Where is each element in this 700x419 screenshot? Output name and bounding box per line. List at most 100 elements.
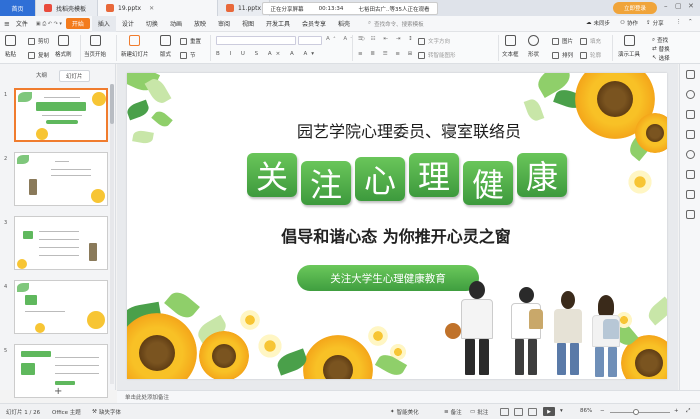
close-window-icon[interactable]: ✕ [688,2,694,10]
theme-name[interactable]: Office 主题 [52,408,81,416]
outline-button[interactable]: 轮廓 [580,51,601,59]
zoom-level[interactable]: 86% [580,408,592,414]
cut-button[interactable]: 剪切 [28,37,49,45]
format-painter-button[interactable]: 格式刷 [55,35,72,58]
font-style-buttons[interactable]: B I U S A× A A▾ [216,51,318,57]
section-button[interactable]: 节 [180,51,196,59]
more-icon[interactable]: ⋮ [676,19,682,25]
backup-icon[interactable] [686,170,695,179]
style-icon[interactable] [686,90,695,99]
new-slide-button[interactable]: 新建幻灯片 [121,35,149,58]
collab-button[interactable]: ⚇ 协作 [620,19,638,27]
missing-font-indicator[interactable]: ⚒ 缺失字体 [92,408,121,416]
slide-slogan[interactable]: 倡导和谐心态 为你推开心灵之窗 [251,223,541,247]
thumbnail-scrollbar[interactable] [110,84,114,384]
menu-insert[interactable]: 插入 [91,15,116,32]
menu-design[interactable]: 设计 [116,16,140,32]
menu-docer[interactable]: 稻壳 [332,16,356,32]
copy-button[interactable]: 复制 [28,51,49,59]
smart-beautify-button[interactable]: ✦ 智能美化 [390,408,419,416]
maximize-icon[interactable]: ▢ [675,2,682,10]
picture-button[interactable]: 图片 [552,37,573,45]
add-slide-icon[interactable]: + [54,386,62,397]
slide-thumbnail-3[interactable] [14,216,108,270]
tab-19-pptx[interactable]: 19.pptx ✕ [98,0,218,16]
menu-transition[interactable]: 切换 [140,16,164,32]
zoom-out-icon[interactable]: − [600,408,605,414]
slide-thumbnail-4[interactable] [14,280,108,334]
play-dropdown-icon[interactable]: ▾ [560,408,563,414]
thumb-label-block [23,231,33,239]
arrange-button[interactable]: 排列 [552,51,573,59]
comments-toggle[interactable]: ▭ 批注 [470,408,488,416]
notes-bar[interactable]: 单击此处添加备注 [117,390,700,403]
menu-review[interactable]: 审阅 [212,16,236,32]
play-from-current-button[interactable]: 当页开始 [84,35,106,58]
login-button[interactable]: 立即登录 [613,2,657,14]
menu-label: 插入 [97,21,110,28]
location-icon[interactable] [686,190,695,199]
paste-button[interactable]: 粘贴 [5,35,16,58]
text-direction-button[interactable]: 文字方向 [418,37,450,45]
paragraph-list-buttons[interactable]: ☰ ☷ ⇤ ⇥ ↕ [358,36,416,42]
slide-sorter-icon[interactable] [514,408,523,416]
help-icon[interactable] [686,150,695,159]
tab-docer-templates[interactable]: 找稻壳模板 [36,0,98,16]
play-slideshow-icon[interactable]: ▶ [543,407,555,416]
textbox-button[interactable]: 文本框 [502,35,519,58]
slide-thumbnail-1[interactable] [14,88,108,142]
paragraph-align-buttons[interactable]: ≡ ≣ ☰ ≡ ⊞ [358,51,415,57]
slide-title[interactable]: 关 注 心 理 健 康 [247,153,567,205]
present-tools-button[interactable]: 演示工具 [618,35,640,58]
magic-wand-icon[interactable] [686,130,695,139]
reset-button[interactable]: 重置 [180,37,201,45]
minimize-icon[interactable]: – [664,2,668,10]
animation-pane-icon[interactable] [686,110,695,119]
student-shirt [461,299,493,339]
convert-smartart-button[interactable]: 转智能图形 [418,51,456,59]
command-search[interactable]: ⌕ 查找命令、搜索模板 [368,20,424,28]
sunflower-center [212,344,236,368]
ribbon-label: 版式 [160,52,172,58]
font-family-select[interactable] [216,36,296,45]
shape-button[interactable]: 形状 [528,35,539,58]
collapse-ribbon-icon[interactable]: ⌃ [688,19,693,25]
zoom-slider-handle[interactable] [632,409,639,415]
slide-subtitle[interactable]: 园艺学院心理委员、寝室联络员 [259,118,559,142]
menu-start[interactable]: 开始 [65,18,90,29]
quick-access-icons[interactable]: ▣ ⎙ ↶ ↷ ▾ [36,21,62,27]
fill-button[interactable]: 填充 [580,37,601,45]
sync-status[interactable]: ☁ 未同步 [586,19,610,27]
menu-developer[interactable]: 开发工具 [260,16,296,32]
font-size-select[interactable] [298,36,322,45]
zoom-in-icon[interactable]: + [674,408,679,414]
settings-icon[interactable] [686,210,695,219]
scrollbar-thumb[interactable] [110,84,114,124]
close-icon[interactable]: ✕ [149,5,154,12]
share-button[interactable]: ⇪ 分享 [646,19,664,27]
select-button[interactable]: ↖ 选择 [652,54,670,62]
current-slide[interactable]: 园艺学院心理委员、寝室联络员 关 注 心 理 健 康 倡导和谐心态 为你推开心灵… [127,73,667,379]
reading-view-icon[interactable] [528,408,537,416]
tab-slides[interactable]: 幻灯片 [59,70,90,82]
menu-file[interactable]: 文件 [10,16,34,32]
notes-toggle[interactable]: ≡ 备注 [444,408,462,416]
screen-share-banner[interactable]: 正在分享屏幕 00:13:34 七裕田古广..等35人正在观看 [262,2,438,15]
menu-view[interactable]: 视图 [236,16,260,32]
find-button[interactable]: ⌕ 查找 [652,36,668,45]
tab-home[interactable]: 首页 [0,0,36,16]
replace-button[interactable]: ⇄ 替换 [652,45,670,53]
slide-thumbnail-2[interactable] [14,152,108,206]
slide-editing-canvas[interactable]: 园艺学院心理委员、寝室联络员 关 注 心 理 健 康 倡导和谐心态 为你推开心灵… [117,64,678,390]
slide-topic-pill[interactable]: 关注大学生心理健康教育 [297,265,479,291]
menu-animation[interactable]: 动画 [164,16,188,32]
layout-button[interactable]: 版式 [160,35,171,58]
tab-outline[interactable]: 大纲 [30,70,53,82]
fit-window-icon[interactable]: ⤢ [686,408,690,415]
menu-member[interactable]: 会员专享 [296,16,332,32]
normal-view-icon[interactable] [500,408,509,416]
thumb-number: 1 [4,92,8,98]
object-properties-icon[interactable] [686,70,695,79]
zoom-slider[interactable] [610,409,670,415]
menu-slideshow[interactable]: 放映 [188,16,212,32]
